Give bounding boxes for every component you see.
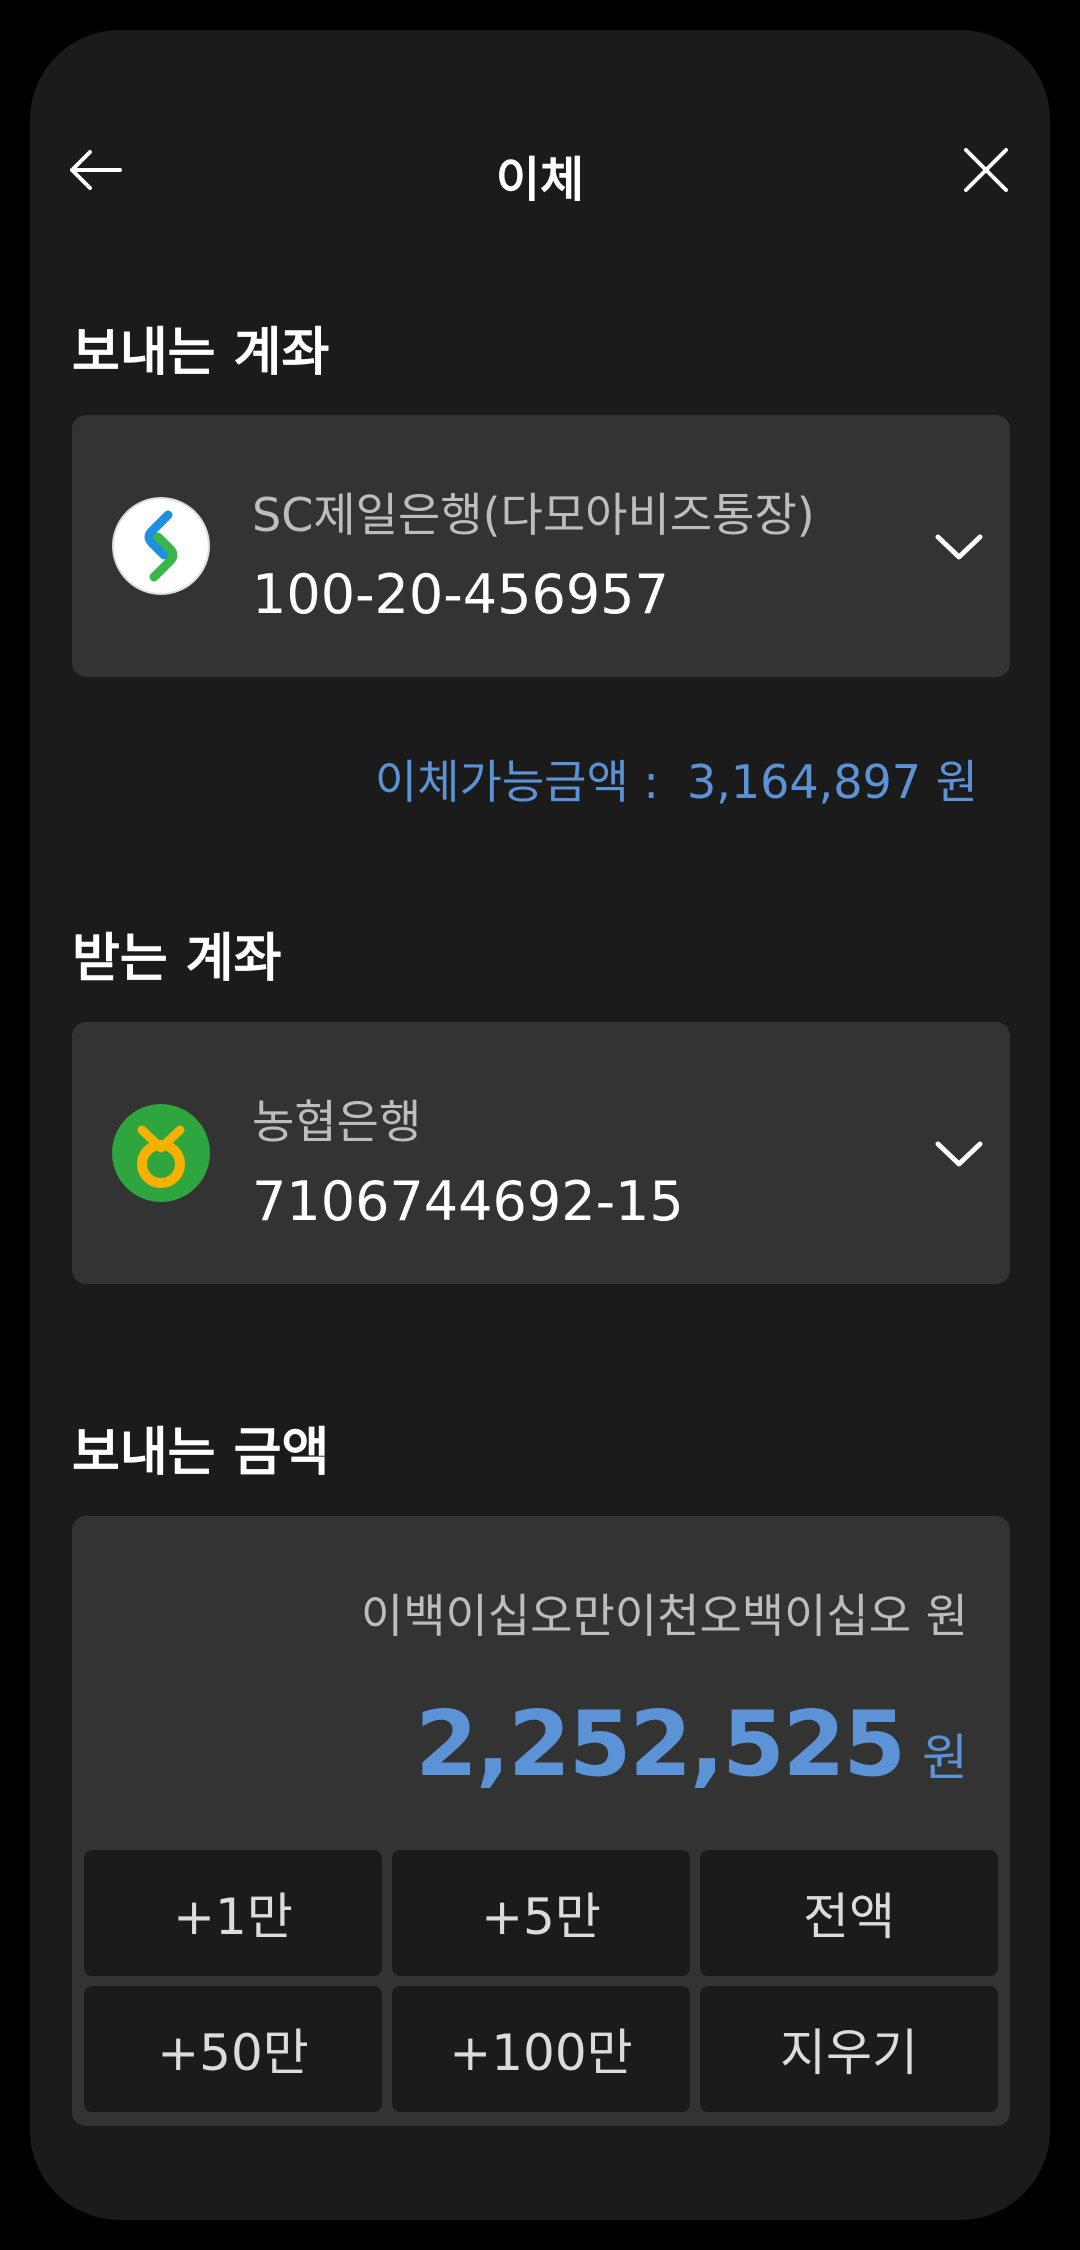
amount-panel: 이백이십오만이천오백이십오 원 2,252,525 원 +1만 +5만 전액 +5… [72,1516,1010,2126]
receiver-account-number: 7106744692-15 [252,1170,684,1233]
chevron-down-icon [932,527,986,567]
device-frame: 이체 보내는 계좌 SC제일은행(다모아비즈통장) 100-20-456957 [0,0,1080,2250]
available-balance-value: 3,164,897 원 [686,755,978,809]
close-icon [964,148,1008,192]
transfer-screen: 이체 보내는 계좌 SC제일은행(다모아비즈통장) 100-20-456957 [30,30,1050,2220]
receiver-bank-name: 농협은행 [252,1095,422,1149]
chevron-down-icon [932,1134,986,1174]
receiver-section-label: 받는 계좌 [72,929,282,989]
close-button[interactable] [956,140,1016,200]
sender-account-number: 100-20-456957 [252,563,669,626]
sender-section-label: 보내는 계좌 [72,323,330,383]
receiver-account-selector[interactable]: 농협은행 7106744692-15 [72,1022,1010,1284]
amount-in-words: 이백이십오만이천오백이십오 원 [360,1589,968,1643]
full-amount-button[interactable]: 전액 [700,1850,998,1976]
available-balance-label: 이체가능금액 : [374,755,659,809]
sender-account-selector[interactable]: SC제일은행(다모아비즈통장) 100-20-456957 [72,415,1010,677]
amount-display[interactable]: 2,252,525 원 [415,1692,968,1797]
sc-bank-logo-icon [112,497,210,595]
sender-bank-name: SC제일은행(다모아비즈통장) [252,488,815,542]
clear-button[interactable]: 지우기 [700,1986,998,2112]
nh-bank-logo-icon [112,1104,210,1202]
add-1m-button[interactable]: +100만 [392,1986,690,2112]
top-bar: 이체 [30,30,1050,230]
amount-value: 2,252,525 [415,1692,906,1797]
page-title: 이체 [495,152,585,208]
amount-unit: 원 [922,1729,968,1787]
add-10k-button[interactable]: +1만 [84,1850,382,1976]
add-500k-button[interactable]: +50만 [84,1986,382,2112]
amount-section-label: 보내는 금액 [72,1423,330,1483]
add-50k-button[interactable]: +5만 [392,1850,690,1976]
available-balance: 이체가능금액 : 3,164,897 원 [375,746,978,812]
